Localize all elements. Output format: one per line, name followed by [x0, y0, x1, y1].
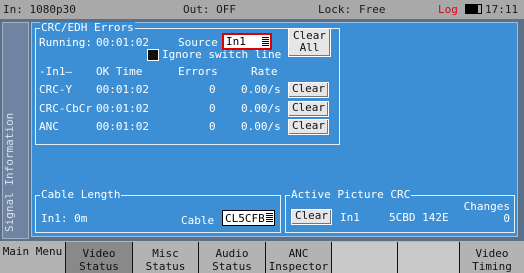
side-tab-label: Signal Information [3, 112, 16, 232]
row-ok-time: 00:01:02 [96, 102, 149, 115]
status-bar: In: 1080p30 Out: OFF Lock: Free Log 17:1… [0, 0, 524, 19]
input-format: In: 1080p30 [3, 3, 76, 16]
menu-anc-inspector-line2: Inspector [268, 260, 329, 273]
analyzer-screen: In: 1080p30 Out: OFF Lock: Free Log 17:1… [0, 0, 524, 273]
cable-label: Cable [181, 214, 215, 227]
lock-value: Free [359, 3, 386, 16]
menu-video-status[interactable]: Video Status [66, 242, 132, 273]
ignore-switch-checkbox[interactable] [147, 49, 159, 61]
clear-crc-y-button[interactable]: Clear [288, 82, 329, 98]
row-ok-time: 00:01:02 [96, 83, 149, 96]
menu-audio-status[interactable]: Audio Status [199, 242, 265, 273]
clock: 17:11 [465, 3, 518, 16]
clear-anc-button[interactable]: Clear [288, 119, 329, 135]
changes-value: 0 [503, 212, 510, 225]
ignore-switch-label: Ignore switch line [162, 48, 282, 61]
active-picture-crc-group: Active Picture CRC Changes Clear In1 5CB… [285, 189, 515, 233]
clock-time: 17:11 [485, 3, 519, 16]
log-indicator[interactable]: Log [438, 3, 458, 16]
menu-anc-inspector-line1: ANC [288, 247, 309, 260]
output-status: Out: OFF [183, 3, 236, 16]
row-rate: 0.00/s [241, 120, 281, 133]
table-header-rate: Rate [251, 65, 278, 78]
clear-crc-cbcr-button[interactable]: Clear [288, 101, 329, 117]
battery-icon [465, 4, 482, 14]
table-header-input-name: In1 [45, 65, 66, 78]
row-name: ANC [39, 120, 59, 133]
menu-empty-slot[interactable] [332, 242, 397, 273]
menu-misc-status-line2: Status [145, 260, 186, 273]
cable-length-title: Cable Length [40, 188, 122, 201]
row-name: CRC-CbCr [39, 102, 92, 115]
picture-crc-input: In1 [340, 211, 360, 224]
menu-video-status-line2: Status [79, 260, 119, 273]
menu-misc-status[interactable]: Misc Status [133, 242, 198, 273]
menu-video-timing-line2: Timing [472, 260, 512, 273]
running-label: Running: [39, 36, 92, 49]
menu-main-menu-line1: Main Menu [2, 245, 63, 258]
list-grip-icon [262, 37, 269, 47]
table-header-input: -In1— [39, 65, 73, 78]
row-errors: 0 [209, 102, 216, 115]
cable-length-value: In1: 0m [41, 212, 88, 225]
row-ok-time: 00:01:02 [96, 120, 149, 133]
lock-label: Lock: [318, 3, 352, 16]
menu-anc-inspector[interactable]: ANC Inspector [266, 242, 331, 273]
clear-all-button[interactable]: Clear All [288, 28, 331, 57]
row-rate: 0.00/s [241, 102, 281, 115]
row-name: CRC-Y [39, 83, 73, 96]
soft-key-menu: Main Menu Video Status Misc Status Audio… [0, 241, 524, 273]
row-errors: 0 [209, 120, 216, 133]
clear-all-label-2: All [299, 41, 320, 54]
row-rate: 0.00/s [241, 83, 281, 96]
row-errors: 0 [209, 83, 216, 96]
picture-crc-value: 5CBD 142E [389, 211, 449, 224]
running-time: 00:01:02 [96, 36, 149, 49]
menu-video-timing[interactable]: Video Timing [460, 242, 524, 273]
menu-main-menu[interactable]: Main Menu [0, 242, 65, 273]
menu-video-status-line1: Video [82, 247, 116, 260]
menu-misc-status-line1: Misc [152, 247, 179, 260]
menu-video-timing-line1: Video [475, 247, 509, 260]
cable-type-select[interactable]: CL5CFB [222, 210, 275, 226]
table-header-ok-time: OK Time [96, 65, 143, 78]
crc-edh-title: CRC/EDH Errors [40, 21, 135, 34]
main-panel: CRC/EDH Errors Running: 00:01:02 Source … [31, 22, 518, 237]
table-header-errors: Errors [178, 65, 218, 78]
cable-type-value: CL5CFB [225, 212, 265, 225]
menu-audio-status-line2: Status [212, 260, 252, 273]
menu-empty-slot[interactable] [398, 242, 459, 273]
side-tab[interactable]: Signal Information [2, 22, 29, 239]
source-value: In1 [226, 35, 246, 48]
clear-picture-crc-button[interactable]: Clear [291, 209, 332, 225]
menu-audio-status-line1: Audio [215, 247, 249, 260]
cable-length-group: Cable Length In1: 0m Cable CL5CFB [35, 189, 281, 233]
list-grip-icon [266, 213, 273, 223]
active-picture-crc-title: Active Picture CRC [290, 188, 412, 201]
